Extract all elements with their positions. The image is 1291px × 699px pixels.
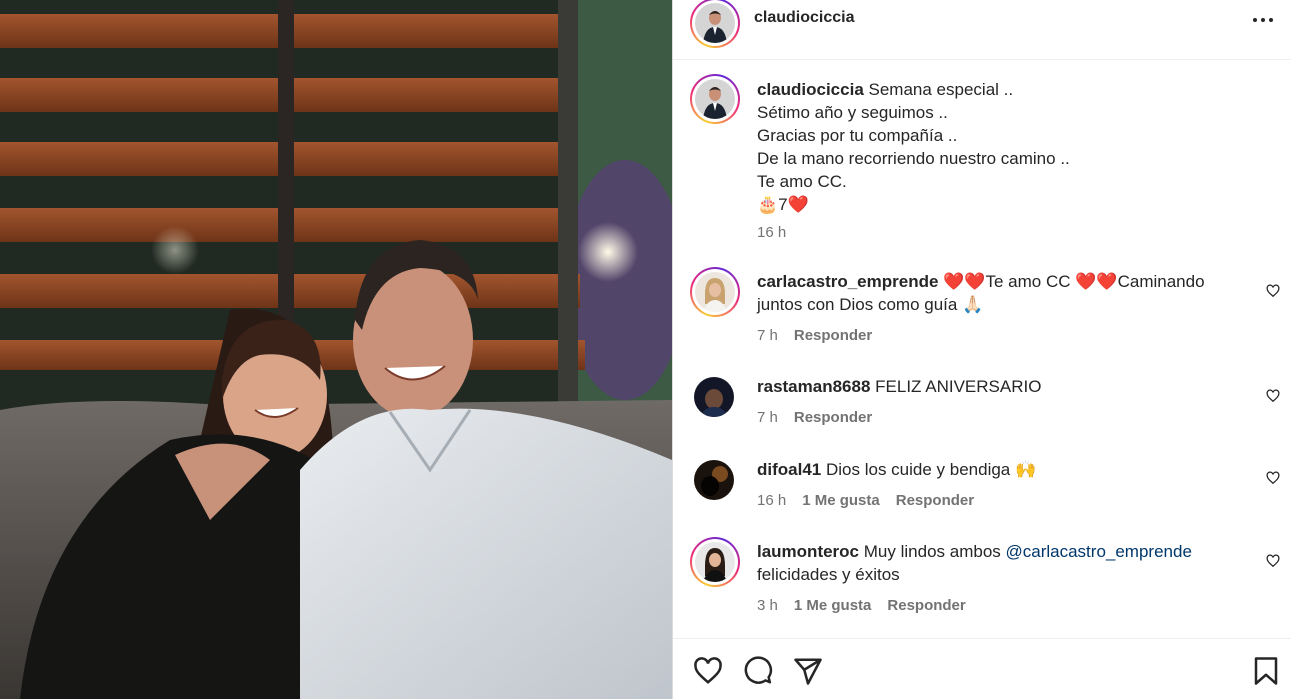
- comment-meta: 7 h Responder: [757, 409, 888, 426]
- like-comment-heart-icon[interactable]: [1266, 554, 1280, 568]
- comment-time[interactable]: 16 h: [757, 492, 786, 509]
- like-comment-heart-icon[interactable]: [1266, 389, 1280, 403]
- reply-button[interactable]: Responder: [896, 492, 974, 509]
- comment-body-continued: felicidades y éxitos: [757, 565, 900, 584]
- comments-list[interactable]: claudiociccia Semana especial .. Sétimo …: [673, 60, 1291, 638]
- like-comment-heart-icon[interactable]: [1266, 284, 1280, 298]
- caption-avatar[interactable]: [690, 74, 740, 124]
- caption-username[interactable]: claudiociccia: [757, 80, 864, 99]
- comment-body: Dios los cuide y bendiga 🙌: [825, 460, 1037, 479]
- more-options-icon[interactable]: [1251, 8, 1275, 32]
- send-icon[interactable]: [793, 656, 823, 686]
- heart-icon[interactable]: [693, 656, 723, 686]
- comment-text: laumonteroc Muy lindos ambos @carlacastr…: [757, 540, 1237, 586]
- post-actions-bar: [673, 638, 1291, 699]
- author-username[interactable]: claudiociccia: [754, 9, 855, 27]
- comment-meta: 16 h 1 Me gusta Responder: [757, 492, 990, 509]
- comment-icon[interactable]: [743, 656, 773, 686]
- comment-text: rastaman8688 FELIZ ANIVERSARIO: [757, 375, 1237, 398]
- avatar-woman-icon: [695, 272, 735, 312]
- comment-text: carlacastro_emprende ❤️❤️Te amo CC ❤️❤️C…: [757, 270, 1237, 316]
- post-header: claudiociccia: [673, 0, 1291, 60]
- comment-text: difoal41 Dios los cuide y bendiga 🙌: [757, 458, 1237, 481]
- comment-time[interactable]: 7 h: [757, 327, 778, 344]
- comment-meta: 7 h Responder: [757, 327, 888, 344]
- couple-photo-illustration: [0, 0, 672, 699]
- comment-avatar[interactable]: [690, 267, 740, 317]
- avatar-dark-icon: [694, 377, 734, 417]
- comment-username[interactable]: carlacastro_emprende: [757, 272, 938, 291]
- post-detail-panel: claudiociccia claudiociccia Semana espec…: [672, 0, 1291, 699]
- author-avatar[interactable]: [690, 0, 740, 48]
- comment-username[interactable]: laumonteroc: [757, 542, 859, 561]
- comment-meta: 3 h 1 Me gusta Responder: [757, 597, 982, 614]
- comment-likes[interactable]: 1 Me gusta: [802, 492, 880, 509]
- comment-avatar[interactable]: [694, 377, 734, 417]
- caption-body: Semana especial .. Sétimo año y seguimos…: [757, 80, 1070, 214]
- mention-link[interactable]: @carlacastro_emprende: [1006, 542, 1192, 561]
- comment-time[interactable]: 7 h: [757, 409, 778, 426]
- caption-meta: 16 h: [757, 224, 802, 241]
- comment-username[interactable]: difoal41: [757, 460, 821, 479]
- comment-body: FELIZ ANIVERSARIO: [875, 377, 1042, 396]
- comment-avatar[interactable]: [690, 537, 740, 587]
- caption-time[interactable]: 16 h: [757, 224, 786, 241]
- like-comment-heart-icon[interactable]: [1266, 471, 1280, 485]
- reply-button[interactable]: Responder: [887, 597, 965, 614]
- comment-time[interactable]: 3 h: [757, 597, 778, 614]
- avatar-woman-dark-hair-icon: [695, 542, 735, 582]
- avatar-silhouette-icon: [694, 460, 734, 500]
- comment-likes[interactable]: 1 Me gusta: [794, 597, 872, 614]
- comment-avatar[interactable]: [694, 460, 734, 500]
- avatar-man-suit-icon: [695, 3, 735, 43]
- comment-username[interactable]: rastaman8688: [757, 377, 870, 396]
- post-photo[interactable]: [0, 0, 672, 699]
- bookmark-icon[interactable]: [1251, 656, 1281, 686]
- reply-button[interactable]: Responder: [794, 409, 872, 426]
- caption-text: claudiociccia Semana especial .. Sétimo …: [757, 78, 1237, 216]
- reply-button[interactable]: Responder: [794, 327, 872, 344]
- comment-body: Muy lindos ambos: [863, 542, 1006, 561]
- avatar-man-suit-icon: [695, 79, 735, 119]
